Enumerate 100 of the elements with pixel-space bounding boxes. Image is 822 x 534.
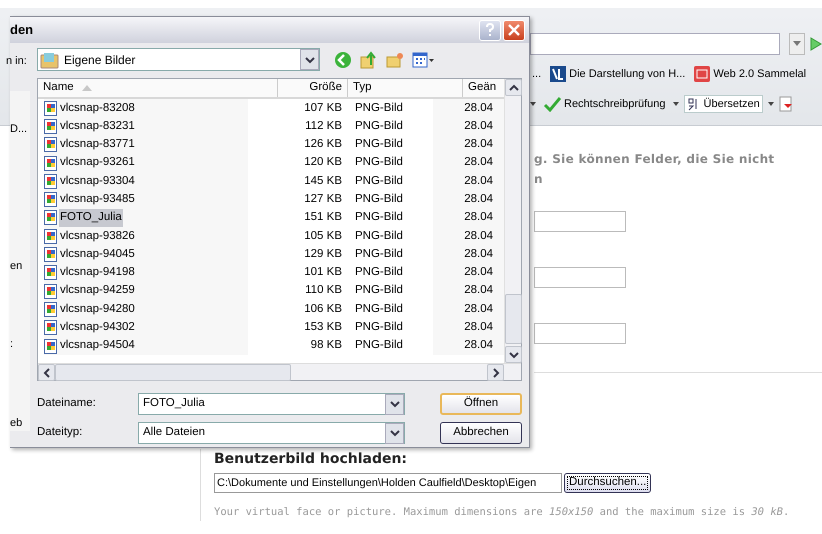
file-name[interactable]: vlcsnap-94198	[59, 264, 136, 282]
image-file-icon	[44, 247, 57, 262]
file-size: 126 KB	[303, 137, 343, 152]
file-type-label: Dateityp:	[37, 425, 84, 440]
file-name[interactable]: vlcsnap-94302	[59, 319, 136, 336]
browse-button[interactable]: Durchsuchen...	[564, 473, 652, 493]
vertical-scrollbar[interactable]	[504, 79, 521, 363]
checkmark-icon	[543, 96, 561, 112]
go-arrow-icon[interactable]	[810, 37, 822, 51]
file-size: 110 KB	[304, 283, 343, 298]
bookmark-link[interactable]: Web 2.0 Sammelal	[692, 66, 808, 82]
file-size: 127 KB	[303, 192, 343, 207]
column-header[interactable]: Geän	[463, 79, 497, 97]
file-path-field[interactable]: C:\Dokumente und Einstellungen\Holden Caulfield\Desktop\Eigen	[214, 473, 562, 493]
file-size: 153 KB	[303, 320, 343, 336]
file-size: 98 KB	[310, 338, 343, 354]
help-icon	[485, 23, 495, 37]
file-type: PNG-Bild	[354, 283, 404, 298]
image-file-icon	[44, 228, 57, 244]
file-type: PNG-Bild	[354, 174, 404, 189]
file-name[interactable]: vlcsnap-93826	[59, 228, 136, 245]
file-date: 28.04	[463, 155, 493, 170]
file-name[interactable]: vlcsnap-94259	[59, 282, 136, 300]
file-name[interactable]: vlcsnap-83208	[59, 100, 136, 117]
file-type-dropdown[interactable]: Alle Dateien	[138, 422, 405, 444]
file-type: PNG-Bild	[354, 192, 404, 207]
pdf-icon[interactable]	[778, 96, 793, 112]
file-name[interactable]: vlcsnap-83231	[59, 118, 136, 136]
image-file-icon	[44, 338, 57, 354]
scrollbar-thumb[interactable]	[55, 364, 291, 381]
file-type: PNG-Bild	[354, 155, 404, 170]
places-bar-label[interactable]: en	[10, 258, 22, 274]
file-name[interactable]: vlcsnap-94045	[59, 246, 136, 264]
file-name[interactable]: vlcsnap-93261	[59, 154, 136, 172]
file-type: PNG-Bild	[354, 100, 404, 116]
file-size: 105 KB	[303, 228, 343, 244]
file-name-field[interactable]: FOTO_Julia	[138, 393, 405, 415]
column-header[interactable]: Typ	[348, 79, 463, 97]
look-in-label: n in:	[6, 54, 28, 69]
hint-text: Your virtual face or picture. Maximum dimensions are 150x150 and the maximum size is 30 kB.	[214, 505, 790, 520]
text-field[interactable]	[534, 323, 626, 344]
file-type: PNG-Bild	[354, 338, 404, 354]
back-icon[interactable]	[334, 50, 352, 68]
file-size: 145 KB	[303, 174, 343, 189]
up-folder-icon[interactable]	[360, 50, 378, 68]
image-file-icon	[44, 118, 57, 134]
file-type: PNG-Bild	[354, 210, 404, 226]
image-file-icon	[44, 302, 57, 317]
file-name[interactable]: vlcsnap-94280	[59, 300, 136, 318]
file-name[interactable]: vlcsnap-94504	[59, 337, 136, 355]
column-header[interactable]: Größe	[278, 79, 348, 97]
file-type: PNG-Bild	[354, 228, 404, 244]
spellcheck-button[interactable]: Rechtschreibprüfung	[541, 96, 668, 112]
places-bar-label[interactable]: eb	[10, 414, 22, 431]
dropdown-button[interactable]	[789, 33, 805, 55]
file-name[interactable]: vlcsnap-93485	[59, 191, 136, 208]
look-in-dropdown[interactable]: Eigene Bilder	[37, 48, 320, 71]
file-name[interactable]: vlcsnap-93304	[59, 172, 136, 190]
intro-text: g. Sie können Felder, die Sie nicht	[534, 151, 776, 168]
caret-icon	[793, 41, 801, 47]
open-button[interactable]: Öffnen	[440, 393, 522, 415]
file-name[interactable]: FOTO_Julia	[59, 209, 123, 227]
file-date: 28.04	[463, 210, 493, 226]
image-file-icon	[44, 265, 57, 280]
file-size: 107 KB	[303, 100, 343, 116]
file-name[interactable]: vlcsnap-83771	[59, 136, 136, 154]
address-field[interactable]	[530, 33, 780, 55]
places-bar-label[interactable]: :	[10, 336, 14, 352]
caret-icon[interactable]	[768, 102, 774, 106]
caret-icon[interactable]	[530, 102, 536, 106]
caret-icon[interactable]	[672, 102, 679, 106]
file-date: 28.04	[463, 338, 493, 354]
file-name-label: Dateiname:	[37, 396, 97, 412]
scrollbar-thumb[interactable]	[505, 294, 522, 344]
file-date: 28.04	[463, 228, 493, 244]
column-header[interactable]: Name	[38, 79, 278, 97]
image-file-icon	[44, 100, 57, 116]
file-type: PNG-Bild	[354, 302, 404, 317]
bookmark-logo-icon	[550, 66, 566, 82]
view-menu-icon[interactable]	[412, 52, 434, 68]
file-size: 101 KB	[303, 265, 343, 280]
file-size: 129 KB	[303, 246, 343, 262]
file-date: 28.04	[463, 320, 493, 336]
horizontal-scrollbar[interactable]	[38, 363, 521, 380]
image-file-icon	[44, 137, 57, 152]
image-file-icon	[44, 156, 57, 171]
new-folder-icon[interactable]	[386, 50, 404, 68]
bookmark-link[interactable]: Die Darstellung von H...	[548, 66, 688, 82]
file-type: PNG-Bild	[354, 246, 404, 262]
cancel-button[interactable]: Abbrechen	[440, 422, 522, 444]
bookmark-link[interactable]: ...	[530, 66, 544, 82]
places-bar-label[interactable]: D...	[10, 121, 28, 138]
file-size: 106 KB	[303, 302, 343, 317]
translate-button[interactable]: Übersetzen	[684, 94, 763, 114]
folder-icon	[38, 50, 60, 68]
file-date: 28.04	[463, 192, 493, 207]
text-field[interactable]	[534, 211, 626, 232]
text-field[interactable]	[534, 267, 626, 288]
close-button[interactable]	[503, 20, 525, 40]
help-button[interactable]	[479, 20, 501, 40]
